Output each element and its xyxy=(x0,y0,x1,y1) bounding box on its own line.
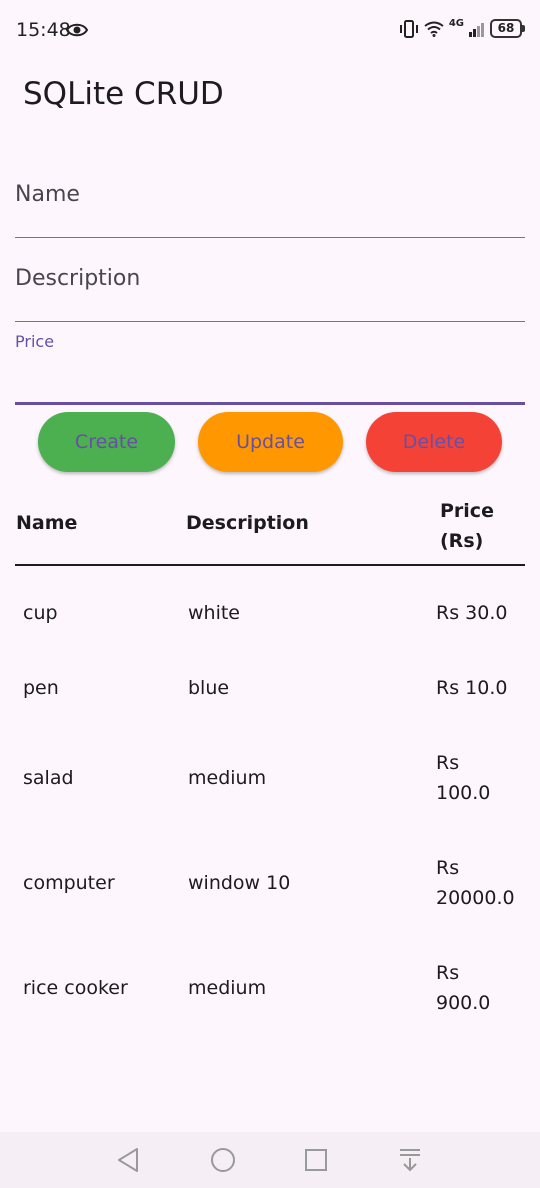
app-screen: 15:48 4G 68 SQLite CRUD Name Description… xyxy=(0,0,540,1188)
column-header-price-line1: Price xyxy=(440,500,494,522)
cell-price: Rs 100.0 xyxy=(436,748,532,808)
battery-icon: 68 xyxy=(490,19,525,38)
signal-icon xyxy=(469,22,484,37)
cell-name: salad xyxy=(23,767,74,789)
cell-name: pen xyxy=(23,677,59,699)
cell-description: blue xyxy=(188,677,230,699)
cell-price: Rs 10.0 xyxy=(436,677,508,699)
wifi-icon xyxy=(424,21,444,37)
back-icon[interactable] xyxy=(116,1146,140,1174)
cell-name: cup xyxy=(23,602,58,624)
notification-pull-icon[interactable] xyxy=(398,1146,422,1174)
status-icons: 4G 68 xyxy=(399,18,525,38)
name-field[interactable]: Name xyxy=(15,168,525,238)
price-field[interactable]: Price xyxy=(15,330,525,405)
column-header-price: Price (Rs) xyxy=(440,496,510,556)
cell-price-currency: Rs xyxy=(436,752,460,774)
column-header-description: Description xyxy=(186,512,309,534)
network-type: 4G xyxy=(448,18,464,29)
app-title: SQLite CRUD xyxy=(23,76,224,112)
column-header-name: Name xyxy=(16,512,78,534)
recents-icon[interactable] xyxy=(304,1146,328,1174)
vibrate-icon xyxy=(399,19,418,38)
navigation-bar xyxy=(0,1132,540,1188)
cell-description: medium xyxy=(188,977,267,999)
eye-icon xyxy=(66,23,88,37)
update-button[interactable]: Update xyxy=(198,412,343,472)
cell-price: Rs 900.0 xyxy=(436,958,532,1018)
price-field-label: Price xyxy=(15,332,55,351)
create-button[interactable]: Create xyxy=(38,412,175,472)
column-header-price-line2: (Rs) xyxy=(440,530,484,552)
description-field[interactable]: Description xyxy=(15,252,525,322)
cell-price: Rs 20000.0 xyxy=(436,853,532,913)
cell-description: medium xyxy=(188,767,267,789)
name-field-label: Name xyxy=(15,182,80,207)
cell-description: window 10 xyxy=(188,872,291,894)
cell-price-amount: 20000.0 xyxy=(436,887,515,909)
delete-button[interactable]: Delete xyxy=(366,412,502,472)
status-bar: 15:48 4G 68 xyxy=(0,0,540,60)
cell-name: rice cooker xyxy=(23,977,128,999)
cell-description: white xyxy=(188,602,240,624)
home-icon[interactable] xyxy=(209,1146,237,1174)
table-header-divider xyxy=(15,564,525,566)
cell-name: computer xyxy=(23,872,115,894)
cell-price: Rs 30.0 xyxy=(436,602,508,624)
status-time: 15:48 xyxy=(16,19,71,41)
description-field-label: Description xyxy=(15,266,141,291)
cell-price-currency: Rs xyxy=(436,857,460,879)
cell-price-amount: 900.0 xyxy=(436,992,491,1014)
cell-price-amount: 100.0 xyxy=(436,782,491,804)
cell-price-currency: Rs xyxy=(436,962,460,984)
